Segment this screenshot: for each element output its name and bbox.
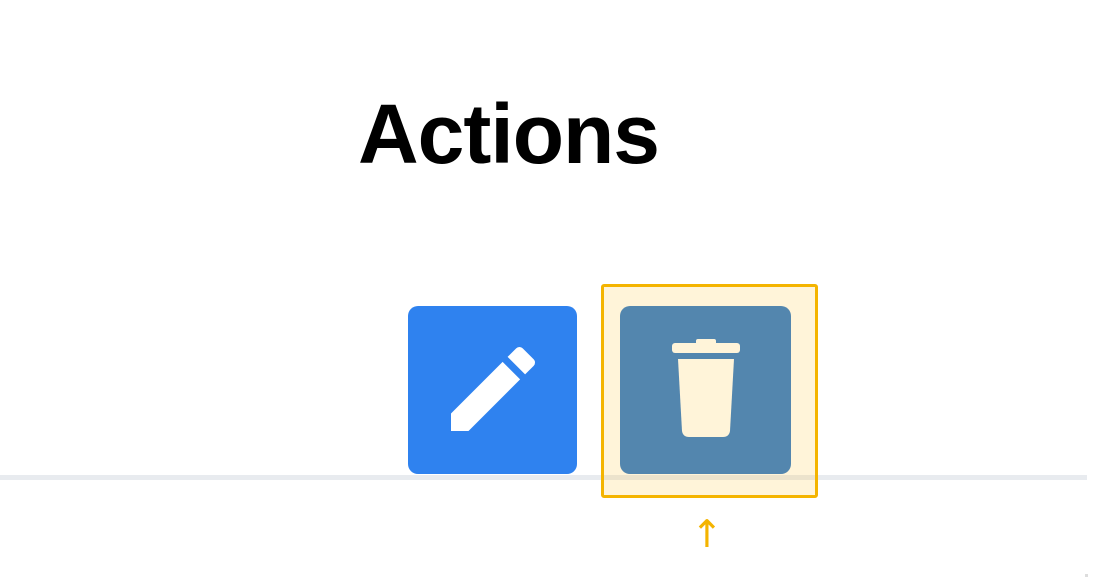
actions-header: Actions [358,87,660,181]
delete-button[interactable] [620,306,791,474]
pencil-icon [437,333,549,448]
table-divider [0,475,1087,480]
edit-button[interactable] [408,306,577,474]
pointer-arrow-icon: ↑ [691,512,723,556]
corner-artifact [1085,574,1088,577]
trash-icon [666,338,746,442]
